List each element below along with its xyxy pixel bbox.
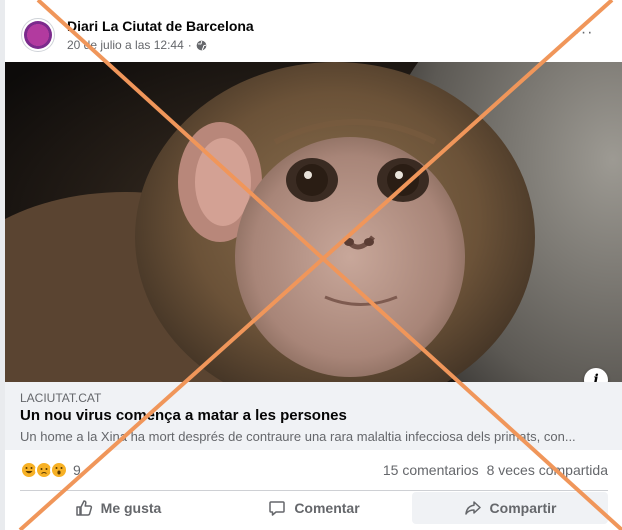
post-header: Diari La Ciutat de Barcelona 20 de julio… [17,12,614,56]
more-options-icon[interactable]: ··· [574,25,594,41]
engagement-counts: 15 comentarios 8 veces compartida [383,462,608,478]
link-title[interactable]: Un nou virus comença a matar a les perso… [20,407,347,424]
comments-count[interactable]: 15 comentarios [383,462,479,478]
monkey-image [5,62,622,382]
wow-icon [50,461,68,479]
page-logo-icon [24,21,52,49]
post-actions: Me gusta Comentar Compartir [20,492,608,524]
reaction-count[interactable]: 9 [73,462,81,478]
page-name[interactable]: Diari La Ciutat de Barcelona [67,18,254,34]
avatar[interactable] [21,18,55,52]
post-date[interactable]: 20 de julio a las 12:44 [67,38,184,52]
share-label: Compartir [489,500,557,516]
post-meta: 20 de julio a las 12:44 · [67,38,207,52]
link-preview[interactable]: LACIUTAT.CAT Un nou virus comença a mata… [5,382,622,450]
comment-label: Comentar [294,500,360,516]
share-icon [464,501,481,515]
globe-icon [196,40,207,50]
shares-count[interactable]: 8 veces compartida [487,462,608,478]
comment-icon [269,501,286,516]
link-description: Un home a la Xina ha mort després de con… [20,429,576,444]
post-photo-monkey[interactable] [5,62,622,382]
like-icon [75,500,92,516]
reactions-summary[interactable]: 9 [20,461,81,479]
comment-button[interactable]: Comentar [216,492,412,524]
link-domain: LACIUTAT.CAT [20,391,102,405]
share-button[interactable]: Compartir [412,492,608,524]
facebook-post: Diari La Ciutat de Barcelona 20 de julio… [0,0,622,530]
actions-divider [20,490,608,491]
like-button[interactable]: Me gusta [20,492,216,524]
meta-dot: · [187,38,192,52]
like-label: Me gusta [100,500,162,516]
